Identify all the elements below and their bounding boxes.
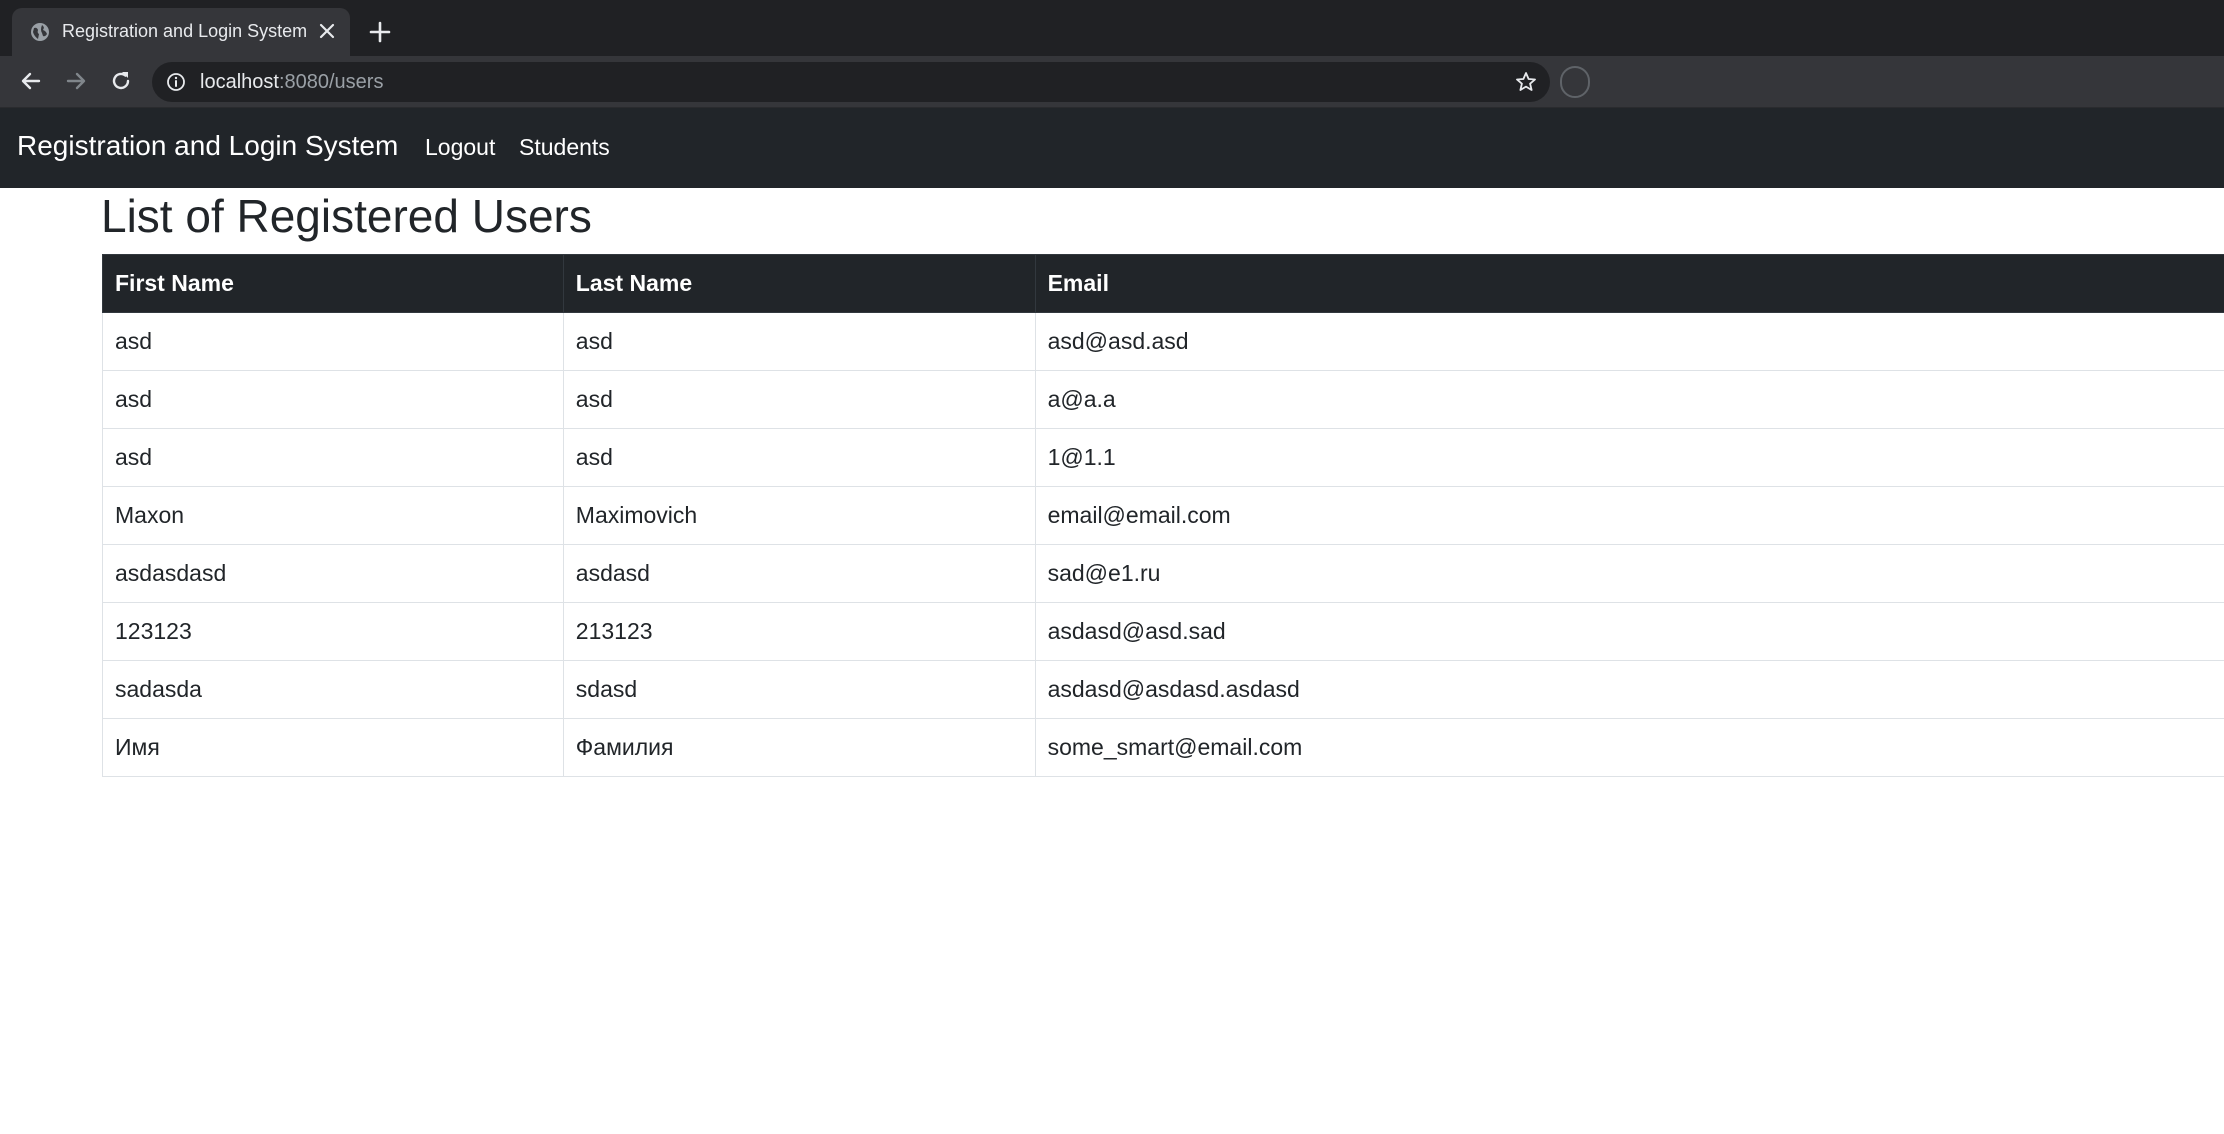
cell-last-name: 213123: [562, 602, 1036, 661]
cell-email: asd@asd.asd: [1034, 312, 2224, 371]
table-header: First Name Last Name Email: [102, 254, 2224, 313]
cell-last-name: Maximovich: [562, 486, 1036, 545]
profile-avatar[interactable]: [1560, 66, 1590, 98]
cell-first-name: asd: [102, 428, 564, 487]
cell-email: email@email.com: [1034, 486, 2224, 545]
globe-icon: [31, 23, 49, 41]
cell-email: some_smart@email.com: [1034, 718, 2224, 777]
cell-email: a@a.a: [1034, 370, 2224, 429]
nav-link-students[interactable]: Students: [519, 134, 610, 161]
users-table: First Name Last Name Email asd asd asd@a…: [102, 254, 2224, 777]
arrow-left-icon[interactable]: [18, 68, 44, 94]
info-icon[interactable]: [166, 72, 186, 92]
reload-icon[interactable]: [108, 68, 134, 94]
cell-first-name: sadasda: [102, 660, 564, 719]
cell-email: 1@1.1: [1034, 428, 2224, 487]
url-text: localhost:8080/users: [200, 71, 383, 94]
cell-first-name: asd: [102, 370, 564, 429]
table-row: Имя Фамилия some_smart@email.com: [102, 718, 2224, 777]
table-row: asd asd a@a.a: [102, 370, 2224, 429]
page-title: List of Registered Users: [101, 190, 592, 242]
url-path: :8080/users: [278, 71, 384, 93]
table-body: asd asd asd@asd.asd asd asd a@a.a asd as…: [102, 312, 2224, 777]
column-header-last-name: Last Name: [562, 254, 1036, 313]
cell-first-name: Maxon: [102, 486, 564, 545]
table-row: Maxon Maximovich email@email.com: [102, 486, 2224, 545]
cell-first-name: asdasdasd: [102, 544, 564, 603]
site-navbar: Registration and Login System Logout Stu…: [0, 108, 2224, 188]
cell-last-name: sdasd: [562, 660, 1036, 719]
cell-last-name: asd: [562, 312, 1036, 371]
table-row: asdasdasd asdasd sad@e1.ru: [102, 544, 2224, 603]
tab-title: Registration and Login System: [62, 21, 308, 41]
table-row: sadasda sdasd asdasd@asdasd.asdasd: [102, 660, 2224, 719]
table-row: asd asd asd@asd.asd: [102, 312, 2224, 371]
address-bar[interactable]: localhost:8080/users: [152, 62, 1550, 102]
arrow-right-icon[interactable]: [63, 68, 89, 94]
browser-toolbar: localhost:8080/users: [0, 56, 2224, 108]
browser-tab[interactable]: Registration and Login System: [12, 8, 350, 56]
cell-first-name: 123123: [102, 602, 564, 661]
table-row: asd asd 1@1.1: [102, 428, 2224, 487]
cell-first-name: Имя: [102, 718, 564, 777]
table-header-row: First Name Last Name Email: [102, 254, 2224, 313]
cell-email: sad@e1.ru: [1034, 544, 2224, 603]
navbar-brand[interactable]: Registration and Login System: [17, 130, 398, 162]
cell-first-name: asd: [102, 312, 564, 371]
cell-last-name: Фамилия: [562, 718, 1036, 777]
close-icon[interactable]: [318, 22, 336, 40]
cell-email: asdasd@asdasd.asdasd: [1034, 660, 2224, 719]
cell-email: asdasd@asd.sad: [1034, 602, 2224, 661]
cell-last-name: asd: [562, 428, 1036, 487]
column-header-first-name: First Name: [102, 254, 564, 313]
star-icon[interactable]: [1514, 70, 1538, 94]
url-host: localhost: [200, 71, 279, 93]
plus-icon[interactable]: [368, 20, 392, 44]
column-header-email: Email: [1034, 254, 2224, 313]
cell-last-name: asd: [562, 370, 1036, 429]
table-row: 123123 213123 asdasd@asd.sad: [102, 602, 2224, 661]
browser-tabstrip: Registration and Login System: [0, 0, 2224, 56]
cell-last-name: asdasd: [562, 544, 1036, 603]
nav-link-logout[interactable]: Logout: [425, 134, 495, 161]
